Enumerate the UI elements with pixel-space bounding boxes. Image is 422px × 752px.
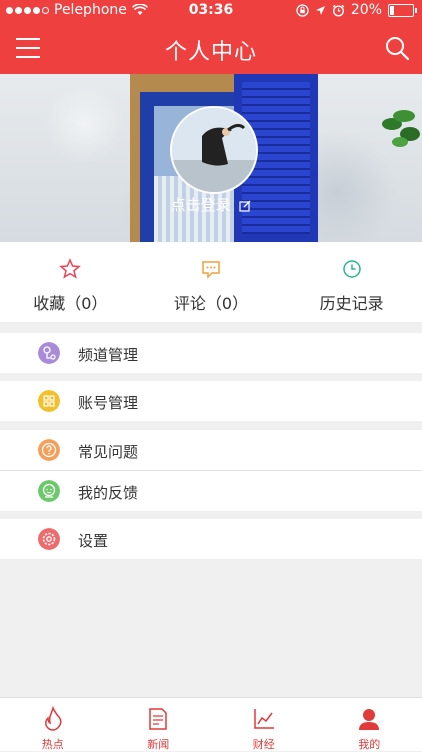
status-right: 20% [296, 2, 414, 18]
account-management-label: 账号管理 [78, 392, 138, 413]
menu-group-account: 账号管理 [0, 381, 422, 421]
tab-finance[interactable]: 财经 [211, 698, 317, 751]
account-management-item[interactable]: 账号管理 [0, 381, 422, 421]
battery-percent: 20% [351, 2, 382, 18]
status-bar: Pelephone 03:36 20% [0, 0, 422, 22]
menu-group-channel: 频道管理 [0, 333, 422, 373]
comments-label: 评论（0） [141, 290, 282, 314]
clock-icon [341, 258, 363, 280]
person-icon [356, 706, 382, 732]
search-icon[interactable] [384, 35, 410, 61]
favorites-label: 收藏（0） [0, 290, 141, 314]
edit-icon [239, 200, 251, 212]
page-title: 个人中心 [0, 34, 422, 66]
tab-news[interactable]: 新闻 [106, 698, 212, 751]
settings-label: 设置 [78, 530, 108, 551]
account-icon [38, 390, 60, 412]
battery-icon [388, 4, 414, 17]
star-icon [59, 258, 81, 280]
feedback-item[interactable]: 我的反馈 [0, 471, 422, 511]
channel-icon [38, 342, 60, 364]
profile-header: 点击登录 [0, 74, 422, 242]
feedback-label: 我的反馈 [78, 482, 138, 503]
newspaper-icon [145, 706, 171, 732]
menu-group-help: 常见问题 我的反馈 [0, 430, 422, 511]
settings-item[interactable]: 设置 [0, 519, 422, 559]
faq-item[interactable]: 常见问题 [0, 430, 422, 471]
comments-button[interactable]: 评论（0） [141, 242, 282, 322]
avatar[interactable] [170, 106, 258, 194]
question-icon [38, 439, 60, 461]
feedback-icon [38, 480, 60, 502]
channel-management-item[interactable]: 频道管理 [0, 333, 422, 373]
stats-row: 收藏（0） 评论（0） 历史记录 [0, 242, 422, 322]
alarm-icon [332, 4, 345, 17]
tab-hot[interactable]: 热点 [0, 698, 106, 751]
login-text: 点击登录 [171, 196, 231, 214]
plant-image [372, 94, 422, 154]
avatar-image [172, 108, 256, 192]
nav-bar: 个人中心 [0, 22, 422, 74]
tab-bar: 热点 新闻 财经 我的 [0, 697, 422, 751]
location-icon [315, 5, 326, 16]
tab-mine[interactable]: 我的 [317, 698, 422, 751]
faq-label: 常见问题 [78, 441, 138, 462]
fire-icon [40, 706, 66, 732]
comment-icon [200, 258, 222, 280]
gear-icon [38, 528, 60, 550]
history-label: 历史记录 [281, 290, 422, 314]
login-link[interactable]: 点击登录 [0, 194, 422, 215]
channel-management-label: 频道管理 [78, 344, 138, 365]
menu-group-settings: 设置 [0, 519, 422, 559]
rotation-lock-icon [296, 4, 309, 17]
favorites-button[interactable]: 收藏（0） [0, 242, 141, 322]
chart-icon [251, 706, 277, 732]
history-button[interactable]: 历史记录 [281, 242, 422, 322]
